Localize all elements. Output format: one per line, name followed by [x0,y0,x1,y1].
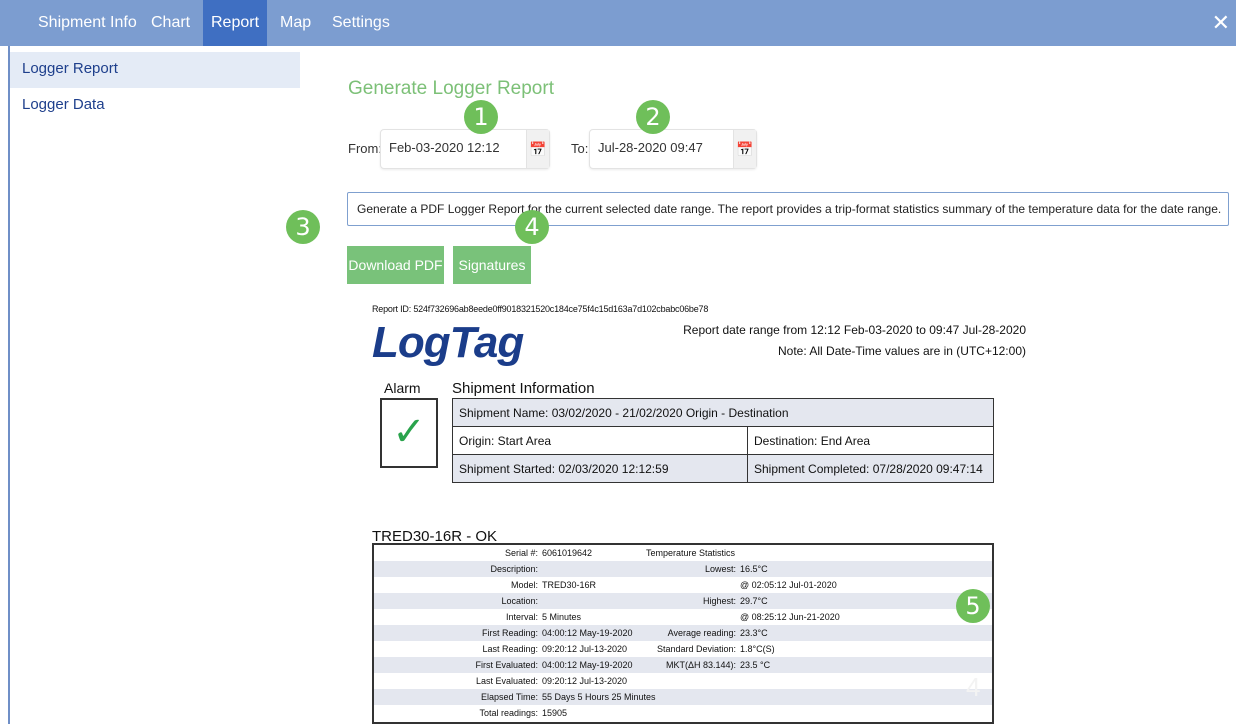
shipment-started: Shipment Started: 02/03/2020 12:12:59 [452,454,748,483]
from-date-field[interactable]: Feb-03-2020 12:12 📅 [380,129,550,169]
stats-key: Elapsed Time: [480,692,538,702]
calendar-icon[interactable]: 📅 [526,130,549,168]
tab-chart[interactable]: Chart [143,0,198,46]
report-timezone-note: Note: All Date-Time values are in (UTC+1… [778,344,1026,358]
shipment-info-table: Shipment Name: 03/02/2020 - 21/02/2020 O… [452,398,994,483]
stats-value: @ 02:05:12 Jul-01-2020 [740,580,837,590]
shipment-origin: Origin: Start Area [452,426,748,455]
stats-value: 04:00:12 May-19-2020 [542,660,633,670]
callout-badge-5: 5 [956,589,990,623]
download-pdf-button[interactable]: Download PDF [347,246,444,284]
tab-map[interactable]: Map [272,0,319,46]
stats-row: Model: TRED30-16R @ 02:05:12 Jul-01-2020 [374,577,992,593]
stats-value: 16.5°C [740,564,768,574]
sidebar-item-logger-data[interactable]: Logger Data [10,88,300,124]
stats-value: 04:00:12 May-19-2020 [542,628,633,638]
stats-row: Last Evaluated: 09:20:12 Jul-13-2020 [374,673,992,689]
stats-key: Standard Deviation: [656,644,736,654]
window-left-border [8,46,10,724]
logtag-logo: LogTag [372,318,524,367]
stats-row: Interval: 5 Minutes @ 08:25:12 Jun-21-2020 [374,609,992,625]
stats-value: 23.3°C [740,628,768,638]
sidebar-item-logger-report[interactable]: Logger Report [10,52,300,88]
tab-shipment-info[interactable]: Shipment Info [30,0,145,46]
stats-value: 6061019642 [542,548,593,558]
to-date-value: Jul-28-2020 09:47 [598,140,703,155]
stats-key: Average reading: [667,628,736,638]
report-preview: Report ID: 524f732696ab8eede0ff901832152… [370,300,1026,724]
to-label: To: [571,141,589,156]
stats-key: Model: [510,580,538,590]
stats-row: Serial #: 6061019642 Temperature Statistic… [374,545,992,561]
stats-value: 5 Minutes [542,612,582,622]
stats-key: Description: [490,564,538,574]
stats-value: @ 08:25:12 Jun-21-2020 [740,612,840,622]
stats-value: 09:20:12 Jul-13-2020 [542,644,628,654]
stats-value: TRED30-16R [542,580,597,590]
report-id: Report ID: 524f732696ab8eede0ff901832152… [372,304,709,314]
stats-row: Location: Highest: 29.7°C [374,593,992,609]
shipment-name: Shipment Name: 03/02/2020 - 21/02/2020 O… [452,398,994,427]
tab-report[interactable]: Report [203,0,268,46]
stats-value: 55 Days 5 Hours 25 Minutes [542,692,656,702]
stats-value: 1.8°C(S) [740,644,775,654]
stats-key: MKT(ΔH 83.144): [665,660,736,670]
callout-badge-4: 4 [515,210,549,244]
stats-row: Description: Lowest: 16.5°C [374,561,992,577]
callout-badge-1: 1 [464,100,498,134]
shipment-destination: Destination: End Area [747,426,994,455]
shipment-info-title: Shipment Information [452,380,595,397]
stats-value: 15905 [542,708,568,718]
report-range: Report date range from 12:12 Feb-03-2020… [683,323,1026,337]
close-icon[interactable]: ✕ [1212,0,1230,46]
stats-value: 23.5 °C [740,660,771,670]
stats-key: Serial #: [504,548,538,558]
callout-badge-2: 2 [636,100,670,134]
page-title: Generate Logger Report [348,78,554,99]
alarm-status: ✓ [380,398,438,468]
stats-key: Interval: [505,612,538,622]
signatures-button[interactable]: Signatures [453,246,531,284]
stats-row: First Reading: 04:00:12 May-19-2020 Averag… [374,625,992,641]
stats-key: Last Reading: [482,644,538,654]
stats-key: First Reading: [481,628,538,638]
stats-key: Location: [501,596,538,606]
stats-key: Lowest: [704,564,736,574]
sidebar: Logger Report Logger Data [10,52,300,124]
stats-row: Elapsed Time: 55 Days 5 Hours 25 Minutes [374,689,992,705]
page-watermark: 4 [966,672,981,702]
to-date-field[interactable]: Jul-28-2020 09:47 📅 [589,129,757,169]
stats-value: 29.7°C [740,596,768,606]
stats-heading: Temperature Statistics [646,548,736,558]
stats-key: Total readings: [479,708,538,718]
calendar-icon[interactable]: 📅 [733,130,756,168]
report-description: Generate a PDF Logger Report for the cur… [347,192,1229,226]
stats-key: Last Evaluated: [475,676,538,686]
stats-row: First Evaluated: 04:00:12 May-19-2020 MKT(… [374,657,992,673]
stats-row: Total readings: 15905 [374,705,992,721]
check-icon: ✓ [392,410,426,454]
shipment-completed: Shipment Completed: 07/28/2020 09:47:14 [747,454,994,483]
callout-badge-3: 3 [286,210,320,244]
tab-settings[interactable]: Settings [324,0,398,46]
stats-key: First Evaluated: [475,660,538,670]
stats-value: 09:20:12 Jul-13-2020 [542,676,628,686]
from-label: From: [348,141,382,156]
stats-key: Highest: [702,596,736,606]
device-stats-table: Serial #: 6061019642 Temperature Statistic… [372,543,994,724]
stats-row: Last Reading: 09:20:12 Jul-13-2020 Standar… [374,641,992,657]
from-date-value: Feb-03-2020 12:12 [389,140,500,155]
alarm-label: Alarm [384,380,421,396]
